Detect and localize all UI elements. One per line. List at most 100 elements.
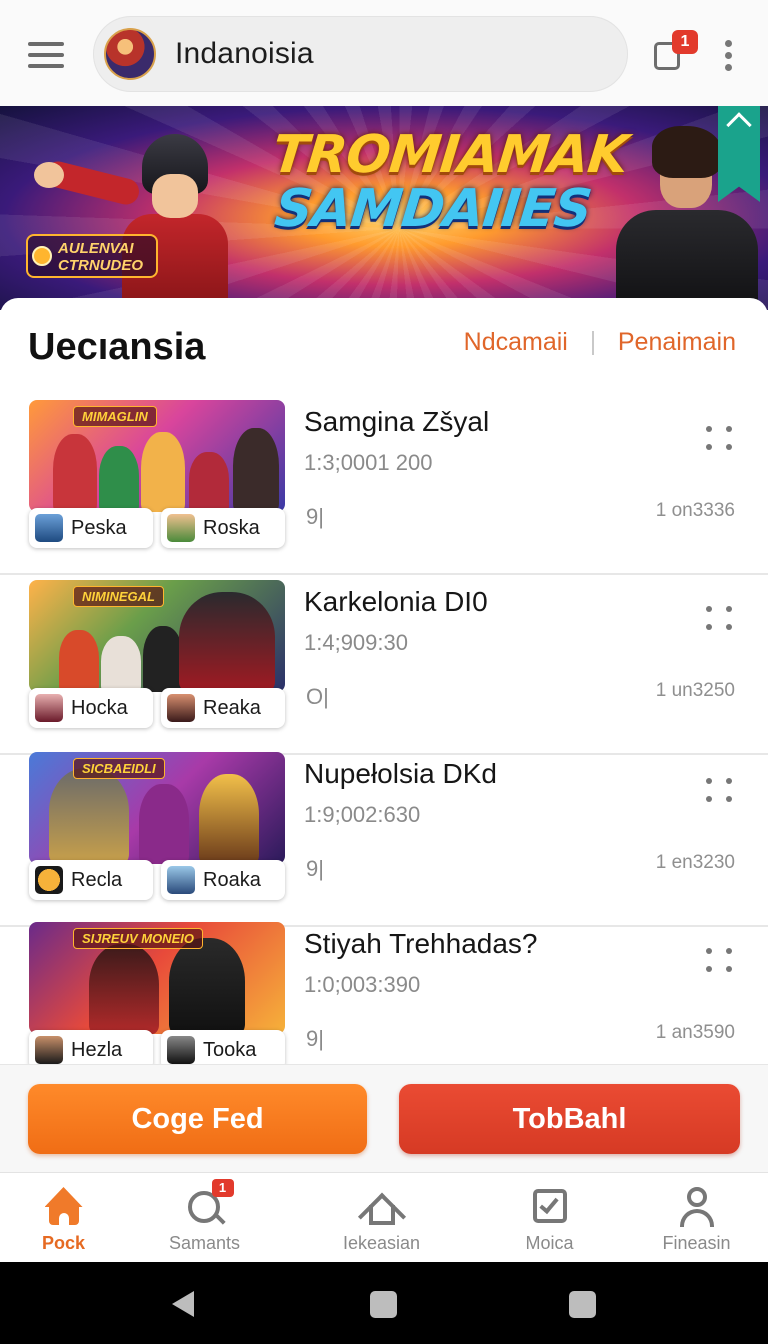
notification-icon[interactable]: 1 bbox=[652, 30, 698, 72]
app-screen: Indanoisia 1 TROMIAMAK SAMDAIIES AULENVA… bbox=[0, 0, 768, 1344]
action-bar: Coge Fed TobBahl bbox=[0, 1064, 768, 1172]
list-item[interactable]: MIMAGLIN Peska Roska Samgina Zšyal 1:3;0… bbox=[0, 400, 768, 575]
player-name: Reaka bbox=[203, 696, 261, 719]
player-name: Roaka bbox=[203, 868, 261, 891]
thumbnail-badge: MIMAGLIN bbox=[73, 406, 157, 427]
avatar[interactable] bbox=[104, 28, 156, 80]
player-avatar bbox=[167, 1036, 195, 1064]
nav-item-iekeasian[interactable]: Iekeasian bbox=[305, 1173, 458, 1263]
section-link-2[interactable]: Penaimain bbox=[618, 328, 736, 357]
nav-item-fineasin[interactable]: Fineasin bbox=[620, 1173, 768, 1263]
player-chip[interactable]: Peska bbox=[29, 508, 153, 548]
item-meta: 1 an3590 bbox=[655, 1022, 735, 1043]
banner-character-left bbox=[34, 126, 240, 310]
game-thumbnail[interactable]: MIMAGLIN bbox=[29, 400, 285, 512]
home-button-icon[interactable] bbox=[370, 1291, 397, 1318]
item-title: Samgina Zšyal bbox=[304, 406, 490, 437]
checkbox-icon bbox=[529, 1185, 571, 1227]
player-chip[interactable]: Roska bbox=[161, 508, 285, 548]
player-name: Recla bbox=[71, 868, 123, 891]
item-meta: 1 un3250 bbox=[655, 680, 735, 701]
item-meta: 1 en3230 bbox=[655, 852, 735, 873]
nav-badge: 1 bbox=[211, 1179, 234, 1197]
item-title: Nupełolsia DKd bbox=[304, 758, 497, 789]
player-avatar bbox=[167, 866, 195, 894]
item-small-text: 9| bbox=[306, 504, 324, 529]
player-chip[interactable]: Recla bbox=[29, 860, 153, 900]
player-avatar bbox=[167, 514, 195, 542]
player-name: Hezla bbox=[71, 1038, 123, 1061]
game-thumbnail[interactable]: SICBAEIDLI bbox=[29, 752, 285, 864]
game-thumbnail[interactable]: SIJREUV MONEIO bbox=[29, 922, 285, 1034]
player-name: Roska bbox=[203, 516, 260, 539]
bottom-navigation: Pock 1 Samants Iekeasian Moica Fineasin bbox=[0, 1172, 768, 1262]
coin-icon bbox=[32, 246, 52, 266]
nav-item-samants[interactable]: 1 Samants bbox=[128, 1173, 281, 1263]
banner-subtitle: AULENVAI CTRNUDEO bbox=[26, 234, 158, 278]
thumbnail-badge: NIMINEGAL bbox=[73, 586, 164, 607]
list-item[interactable]: SICBAEIDLI Recla Roaka Nupełolsia DKd 1:… bbox=[0, 752, 768, 927]
home-outline-icon bbox=[357, 1185, 406, 1241]
banner-title-line1: TROMIAMAK bbox=[269, 125, 631, 185]
item-code: 1:4;909:30 bbox=[304, 630, 408, 655]
item-small-text: 9| bbox=[306, 856, 324, 881]
home-icon bbox=[43, 1185, 85, 1227]
more-vertical-icon[interactable] bbox=[722, 40, 734, 74]
player-name: Tooka bbox=[203, 1038, 257, 1061]
banner-title-line2: SAMDAIIES bbox=[272, 179, 594, 239]
item-code: 1:9;002:630 bbox=[304, 802, 421, 827]
player-chip[interactable]: Roaka bbox=[161, 860, 285, 900]
game-thumbnail[interactable]: NIMINEGAL bbox=[29, 580, 285, 692]
nav-item-moica[interactable]: Moica bbox=[473, 1173, 626, 1263]
search-icon: 1 bbox=[184, 1179, 234, 1227]
banner-subtitle-line2: CTRNUDEO bbox=[58, 257, 143, 274]
item-small-text: 9| bbox=[306, 1026, 324, 1051]
nav-label: Moica bbox=[525, 1233, 574, 1253]
player-chip[interactable]: Hocka bbox=[29, 688, 153, 728]
list-item[interactable]: NIMINEGAL Hocka Reaka Karkelonia DI0 1:4… bbox=[0, 580, 768, 755]
player-avatar bbox=[35, 866, 63, 894]
header-title: Indanoisia bbox=[175, 37, 314, 70]
banner-subtitle-line1: AULENVAI bbox=[58, 240, 134, 257]
item-code: 1:0;003:390 bbox=[304, 972, 421, 997]
nav-item-pock[interactable]: Pock bbox=[0, 1173, 140, 1263]
player-name: Peska bbox=[71, 516, 127, 539]
item-title: Karkelonia DI0 bbox=[304, 586, 488, 617]
more-grid-icon[interactable] bbox=[706, 606, 734, 632]
item-meta: 1 on3336 bbox=[655, 500, 735, 521]
arrow-up-icon bbox=[726, 112, 752, 138]
section-title: Uecıansia bbox=[28, 326, 206, 368]
recents-icon[interactable] bbox=[569, 1291, 596, 1318]
player-avatar bbox=[35, 694, 63, 722]
banner-title: TROMIAMAK SAMDAIIES bbox=[264, 125, 631, 239]
more-grid-icon[interactable] bbox=[706, 948, 734, 974]
promo-banner[interactable]: TROMIAMAK SAMDAIIES AULENVAI CTRNUDEO bbox=[0, 106, 768, 310]
section-link-divider bbox=[591, 330, 594, 355]
player-avatar bbox=[35, 1036, 63, 1064]
section-link-1[interactable]: Ndcamaii bbox=[464, 328, 568, 357]
item-title: Stiyah Trehhadas? bbox=[304, 928, 538, 959]
player-avatar bbox=[167, 694, 195, 722]
content-sheet: Uecıansia Ndcamaii Penaimain MIMAGLIN Pe… bbox=[0, 298, 768, 1070]
player-name: Hocka bbox=[71, 696, 128, 719]
nav-label: Pock bbox=[41, 1233, 86, 1253]
more-grid-icon[interactable] bbox=[706, 778, 734, 804]
section-links: Ndcamaii Penaimain bbox=[464, 328, 736, 357]
thumbnail-badge: SICBAEIDLI bbox=[73, 758, 165, 779]
primary-button[interactable]: Coge Fed bbox=[28, 1084, 367, 1154]
system-navigation-bar bbox=[0, 1262, 768, 1344]
secondary-button[interactable]: TobBahl bbox=[399, 1084, 740, 1154]
nav-label: Samants bbox=[168, 1233, 241, 1253]
user-icon bbox=[676, 1185, 718, 1227]
player-chip[interactable]: Reaka bbox=[161, 688, 285, 728]
notification-badge: 1 bbox=[672, 30, 698, 54]
search-bar[interactable]: Indanoisia bbox=[93, 16, 628, 92]
top-bar: Indanoisia 1 bbox=[0, 0, 768, 106]
menu-icon[interactable] bbox=[28, 42, 64, 70]
item-small-text: O| bbox=[306, 684, 329, 709]
thumbnail-badge: SIJREUV MONEIO bbox=[73, 928, 203, 949]
back-icon[interactable] bbox=[172, 1291, 194, 1317]
item-code: 1:3;0001 200 bbox=[304, 450, 433, 475]
more-grid-icon[interactable] bbox=[706, 426, 734, 452]
nav-label: Fineasin bbox=[662, 1233, 731, 1253]
